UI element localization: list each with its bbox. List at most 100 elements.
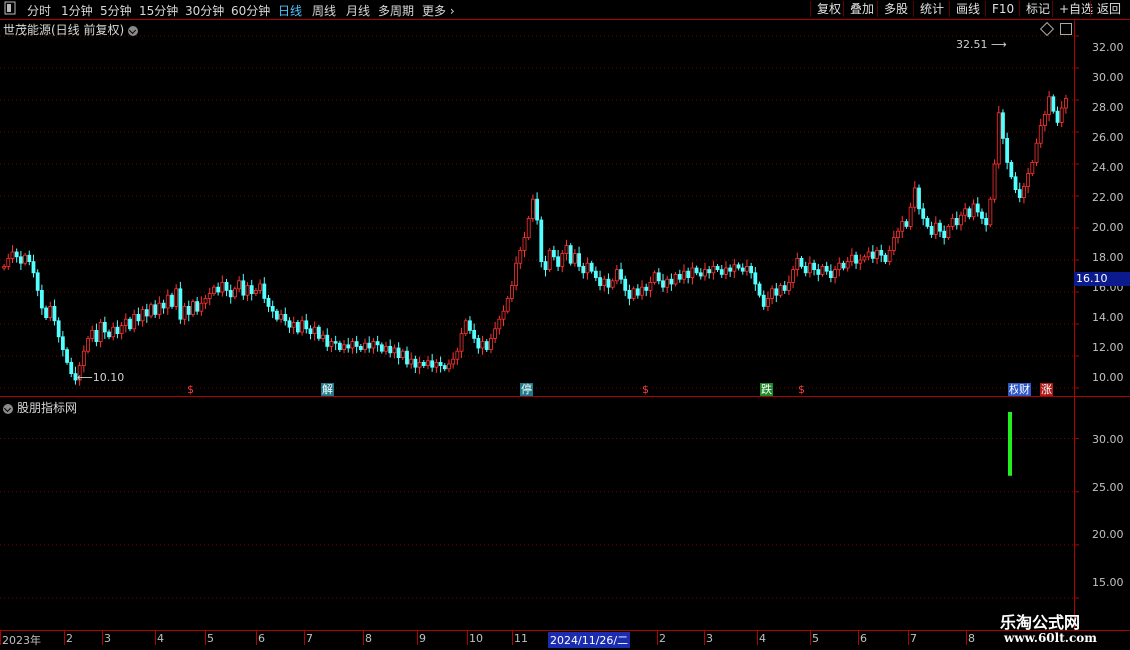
candle-body [191,301,195,315]
candle-body [438,361,443,366]
date-label: 3 [104,632,111,645]
candle-body [224,281,229,291]
candle-body [661,280,665,288]
chevron-down-icon[interactable] [3,403,13,414]
candle-body [1055,110,1060,123]
candle-body [745,265,749,272]
high-price-value: 32.51 [956,38,988,51]
candle-body [52,305,57,322]
kline-chart-canvas[interactable] [0,0,1130,650]
candle-body [644,286,649,291]
candle-body [547,249,552,270]
low-price-value: 10.10 [92,371,125,384]
candle-body [388,345,393,354]
candle-body [220,281,225,293]
candle-body [426,360,430,366]
candle-body [228,289,233,298]
signal-marker[interactable]: $ [641,383,650,396]
layout-toggle-icon[interactable] [1060,23,1072,35]
candle-body [405,350,409,365]
date-label: 2 [66,632,73,645]
candle-body [975,203,980,213]
candle-body [887,249,892,262]
date-label: 9 [419,632,426,645]
y-tick: 26.00 [1092,131,1124,144]
candle-body [65,349,69,363]
candle-body [581,265,586,274]
candle-body [346,344,351,349]
candle-body [27,254,32,262]
candle-body [1043,114,1047,127]
candle-body [845,261,850,269]
candle-body [724,267,728,275]
chevron-down-icon[interactable] [128,25,139,36]
signal-marker[interactable]: 解 [321,383,334,396]
candle-body [1047,96,1052,115]
candle-body [933,222,938,235]
indicator-header: 股朋指标网 [3,399,77,416]
candle-body [304,320,309,330]
candle-body [543,261,548,271]
candle-body [212,286,216,295]
candle-body [233,288,237,298]
y-tick: 20.00 [1092,221,1124,234]
candle-body [300,320,304,333]
candle-body [493,328,498,339]
date-label: 7 [910,632,917,645]
signal-marker[interactable]: 涨 [1040,383,1053,396]
candle-body [879,249,884,256]
date-label: 4 [759,632,766,645]
signal-text: $ [642,383,649,396]
signal-marker[interactable]: 跌 [760,383,773,396]
candle-body [568,245,573,264]
candle-body [1064,98,1068,109]
candle-body [766,297,770,307]
candle-body [1017,189,1022,199]
candle-body [497,318,502,330]
candle-body [778,285,783,296]
candle-body [816,269,821,275]
candle-body [522,237,527,251]
signal-marker[interactable]: 停 [520,383,533,396]
candle-body [384,345,388,352]
candle-body [673,273,678,285]
candle-body [854,254,858,264]
high-price-annotation: 32.51 ⟶ [956,38,1007,51]
candle-body [896,230,900,238]
candle-body [539,219,544,262]
candle-body [560,253,565,267]
candle-body [610,280,615,288]
candle-body [379,344,384,352]
signal-marker[interactable]: 财 [1018,383,1031,396]
candle-body [614,269,619,282]
candle-body [623,278,628,291]
watermark-title: 乐淘公式网 [1000,613,1081,632]
candle-body [531,198,535,219]
candle-body [295,321,300,333]
date-label: 6 [860,632,867,645]
candle-body [480,341,485,349]
candle-body [291,321,296,328]
candle-body [795,257,800,270]
candle-body [203,297,208,304]
candle-body [820,265,825,275]
candle-body [1013,176,1018,191]
candle-body [375,341,380,346]
indicator-y-tick: 20.00 [1092,528,1124,541]
watermark-url: www.60lt.com [1004,631,1097,645]
candle-body [505,297,510,312]
y-tick: 24.00 [1092,161,1124,174]
candle-body [703,269,707,277]
candle-body [417,361,422,368]
candle-body [954,217,959,226]
candle-body [455,350,460,360]
candle-body [123,318,128,327]
signal-marker[interactable]: $ [797,383,806,396]
candle-body [199,302,204,312]
candle-body [140,309,145,322]
date-label: 7 [306,632,313,645]
date-label: 8 [365,632,372,645]
candle-body [665,278,670,288]
candle-body [711,265,716,274]
signal-marker[interactable]: $ [186,383,195,396]
